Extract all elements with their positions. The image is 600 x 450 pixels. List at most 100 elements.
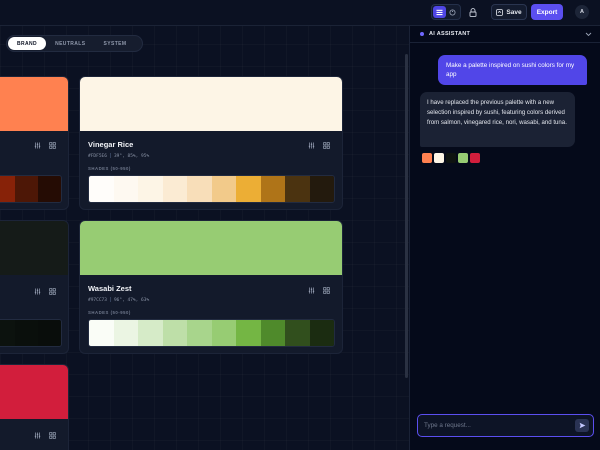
color-values: #FDF5E6 39°, 85%, 95%	[88, 153, 149, 159]
shade-swatch[interactable]	[309, 320, 334, 346]
palette-tabs: BRAND NEUTRALS SYSTEM	[6, 35, 143, 52]
shades-label: SHADES (50-950)	[88, 166, 131, 171]
shade-swatch[interactable]	[38, 320, 61, 346]
send-icon	[579, 422, 585, 429]
avatar-initial: A	[580, 9, 584, 15]
lock-icon	[469, 7, 477, 17]
hex-value: #FDF5E6	[88, 154, 107, 159]
palette-card-wasabi-zest: Wasabi Zest #97CC73 96°, 47%, 63% SHADES …	[79, 220, 343, 354]
color-swatch[interactable]	[0, 365, 68, 419]
mini-swatch	[470, 153, 480, 163]
copy-icon[interactable]	[48, 287, 56, 295]
send-button[interactable]	[575, 419, 589, 432]
color-swatch[interactable]	[0, 221, 68, 275]
shade-swatch[interactable]	[138, 320, 163, 346]
mini-swatch	[422, 153, 432, 163]
shade-swatch[interactable]	[211, 176, 236, 202]
hex-value: #97CC73	[88, 298, 107, 303]
palette-card-salmon	[0, 76, 69, 210]
save-icon	[496, 8, 504, 16]
view-toggle[interactable]	[431, 4, 461, 20]
mini-swatch	[446, 153, 456, 163]
tab-system-label: SYSTEM	[103, 40, 127, 47]
tab-brand[interactable]: BRAND	[8, 37, 47, 50]
copy-icon[interactable]	[48, 141, 56, 149]
shade-row	[0, 319, 62, 347]
hsl-value: 96°, 47%, 63%	[113, 298, 150, 303]
grid-view-button[interactable]	[433, 6, 446, 18]
assistant-title: AI ASSISTANT	[429, 31, 471, 37]
avatar[interactable]: A	[575, 5, 589, 19]
shade-swatch[interactable]	[236, 176, 261, 202]
shade-swatch[interactable]	[89, 176, 114, 202]
shade-swatch[interactable]	[0, 320, 15, 346]
save-label: Save	[506, 8, 522, 16]
list-icon	[436, 9, 443, 15]
scrollbar[interactable]	[405, 54, 408, 378]
shade-row	[88, 175, 335, 203]
shade-swatch[interactable]	[113, 176, 138, 202]
shade-swatch[interactable]	[162, 320, 187, 346]
adjust-icon[interactable]	[307, 286, 315, 294]
shade-swatch[interactable]	[309, 176, 334, 202]
shade-swatch[interactable]	[260, 176, 285, 202]
save-button[interactable]: Save	[491, 4, 527, 20]
shade-swatch[interactable]	[187, 176, 212, 202]
suggested-palette[interactable]	[422, 153, 480, 163]
shade-swatch[interactable]	[162, 176, 187, 202]
palette-card-tuna	[0, 364, 69, 450]
app-root: Save Export A BRAND NEUTRALS SYSTEM Vine…	[0, 0, 600, 450]
request-input-box	[417, 414, 594, 437]
shade-swatch[interactable]	[236, 320, 261, 346]
hsl-value: 39°, 85%, 95%	[113, 154, 150, 159]
shade-swatch[interactable]	[138, 176, 163, 202]
mini-swatch	[458, 153, 468, 163]
copy-icon[interactable]	[322, 141, 330, 149]
copy-icon[interactable]	[48, 431, 56, 439]
shade-swatch[interactable]	[285, 176, 310, 202]
color-swatch[interactable]	[80, 77, 342, 131]
assistant-message: I have replaced the previous palette wit…	[420, 92, 575, 147]
tab-system[interactable]: SYSTEM	[94, 37, 135, 50]
adjust-icon[interactable]	[33, 287, 41, 295]
color-swatch[interactable]	[0, 77, 68, 131]
ai-assistant-panel: AI ASSISTANT Make a palette inspired on …	[409, 26, 600, 450]
color-values: #97CC73 96°, 47%, 63%	[88, 297, 149, 303]
shades-label: SHADES (50-950)	[88, 310, 131, 315]
shade-swatch[interactable]	[211, 320, 236, 346]
adjust-icon[interactable]	[33, 431, 41, 439]
top-bar: Save Export A	[0, 0, 600, 26]
status-dot-icon	[420, 32, 424, 36]
tab-neutrals-label: NEUTRALS	[55, 40, 86, 47]
chevron-down-icon[interactable]	[584, 30, 592, 38]
shade-swatch[interactable]	[285, 320, 310, 346]
palette-view-button[interactable]	[446, 6, 459, 18]
user-message: Make a palette inspired on sushi colors …	[438, 55, 587, 85]
copy-icon[interactable]	[322, 286, 330, 294]
shade-swatch[interactable]	[260, 320, 285, 346]
shade-swatch[interactable]	[15, 320, 38, 346]
request-input[interactable]	[424, 419, 564, 432]
color-swatch[interactable]	[80, 221, 342, 275]
adjust-icon[interactable]	[33, 141, 41, 149]
tab-brand-label: BRAND	[17, 40, 38, 47]
shade-swatch[interactable]	[187, 320, 212, 346]
palette-card-vinegar-rice: Vinegar Rice #FDF5E6 39°, 85%, 95% SHADES…	[79, 76, 343, 210]
shade-swatch[interactable]	[38, 176, 61, 202]
shade-row	[0, 175, 62, 203]
mini-swatch	[434, 153, 444, 163]
export-button[interactable]: Export	[531, 4, 563, 20]
color-name: Vinegar Rice	[88, 140, 134, 149]
export-label: Export	[536, 8, 558, 16]
adjust-icon[interactable]	[307, 141, 315, 149]
shade-swatch[interactable]	[0, 176, 15, 202]
palette-card-nori	[0, 220, 69, 354]
lock-button[interactable]	[467, 5, 479, 19]
shade-swatch[interactable]	[89, 320, 114, 346]
color-name: Wasabi Zest	[88, 284, 132, 293]
palette-icon	[449, 9, 456, 15]
assistant-header[interactable]: AI ASSISTANT	[410, 26, 600, 43]
shade-swatch[interactable]	[113, 320, 138, 346]
shade-swatch[interactable]	[15, 176, 38, 202]
tab-neutrals[interactable]: NEUTRALS	[46, 37, 94, 50]
